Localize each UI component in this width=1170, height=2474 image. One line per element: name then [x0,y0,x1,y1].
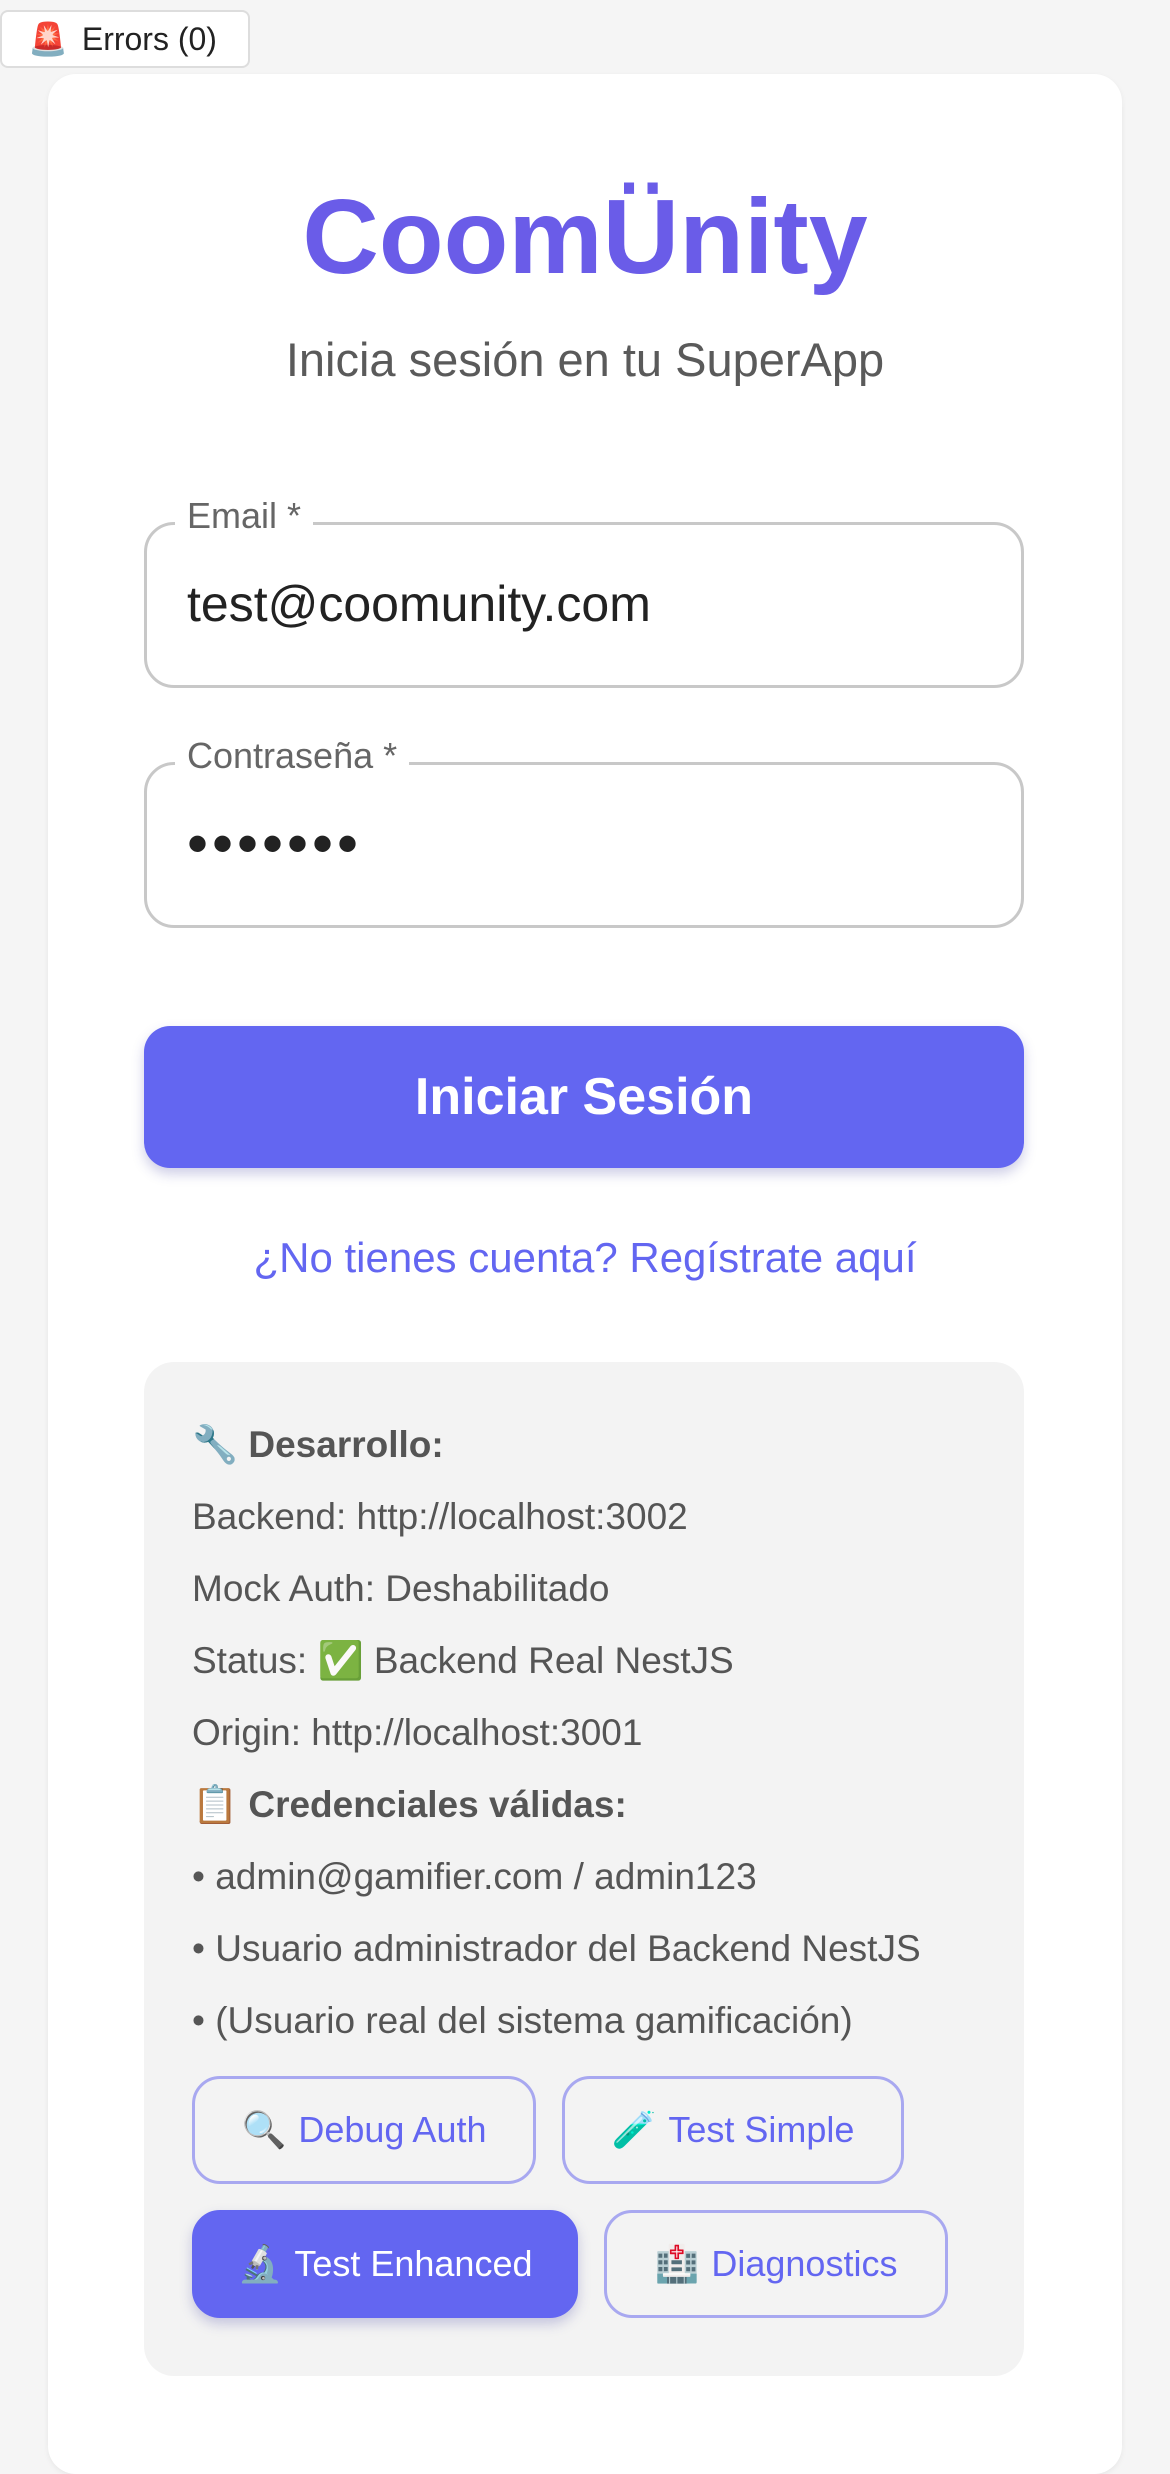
dev-status: Status: ✅ Backend Real NestJS [192,1640,734,1683]
register-link[interactable]: ¿No tienes cuenta? Regístrate aquí [48,1234,1122,1282]
password-input[interactable]: ••••••• [187,809,362,878]
test-enhanced-button[interactable]: 🔬 Test Enhanced [192,2210,578,2318]
credential-item: • Usuario administrador del Backend Nest… [192,1928,921,1969]
test-simple-button[interactable]: 🧪 Test Simple [562,2076,904,2184]
magnifier-icon: 🔍 [241,2109,287,2150]
wrench-icon: 🔧 [192,1424,239,1465]
brand-title: CoomÜnity [302,178,868,296]
debug-auth-button[interactable]: 🔍 Debug Auth [192,2076,536,2184]
password-label: Contraseña * [175,735,410,777]
credential-item: • admin@gamifier.com / admin123 [192,1856,757,1897]
credential-item: • (Usuario real del sistema gamificación… [192,2000,853,2041]
clipboard-icon: 📋 [192,1784,239,1825]
dev-backend: Backend: http://localhost:3002 [192,1496,688,1537]
dev-heading: 🔧 Desarrollo: [192,1424,444,1467]
dev-origin: Origin: http://localhost:3001 [192,1712,643,1753]
hospital-icon: 🏥 [654,2243,700,2284]
login-button[interactable]: Iniciar Sesión [144,1026,1024,1168]
dev-status-prefix: Status: [192,1640,308,1681]
dev-status-text: Backend Real NestJS [373,1640,734,1681]
credentials-heading: 📋 Credenciales válidas: [192,1784,627,1827]
test-simple-label: Test Simple [668,2109,855,2150]
email-input[interactable]: test@coomunity.com [187,575,651,633]
test-tube-icon: 🧪 [611,2109,657,2150]
errors-badge[interactable]: 🚨 Errors (0) [0,10,250,68]
page-subtitle: Inicia sesión en tu SuperApp [285,333,885,386]
password-field[interactable]: Contraseña * ••••••• [144,735,1024,928]
diagnostics-label: Diagnostics [711,2243,898,2284]
test-enhanced-label: Test Enhanced [294,2243,533,2284]
microscope-icon: 🔬 [237,2243,283,2284]
dev-panel: 🔧 Desarrollo: Backend: http://localhost:… [144,1362,1024,2376]
debug-auth-label: Debug Auth [298,2109,487,2150]
credentials-heading-text: Credenciales válidas: [248,1784,627,1825]
dev-heading-text: Desarrollo: [248,1424,444,1465]
siren-icon: 🚨 [28,21,68,57]
check-icon: ✅ [317,1640,364,1681]
dev-mock-auth: Mock Auth: Deshabilitado [192,1568,610,1609]
errors-label: Errors (0) [81,20,217,57]
login-card: CoomÜnity Inicia sesión en tu SuperApp E… [48,74,1122,2474]
email-field[interactable]: Email * test@coomunity.com [144,495,1024,688]
diagnostics-button[interactable]: 🏥 Diagnostics [604,2210,948,2318]
email-label: Email * [175,495,314,537]
